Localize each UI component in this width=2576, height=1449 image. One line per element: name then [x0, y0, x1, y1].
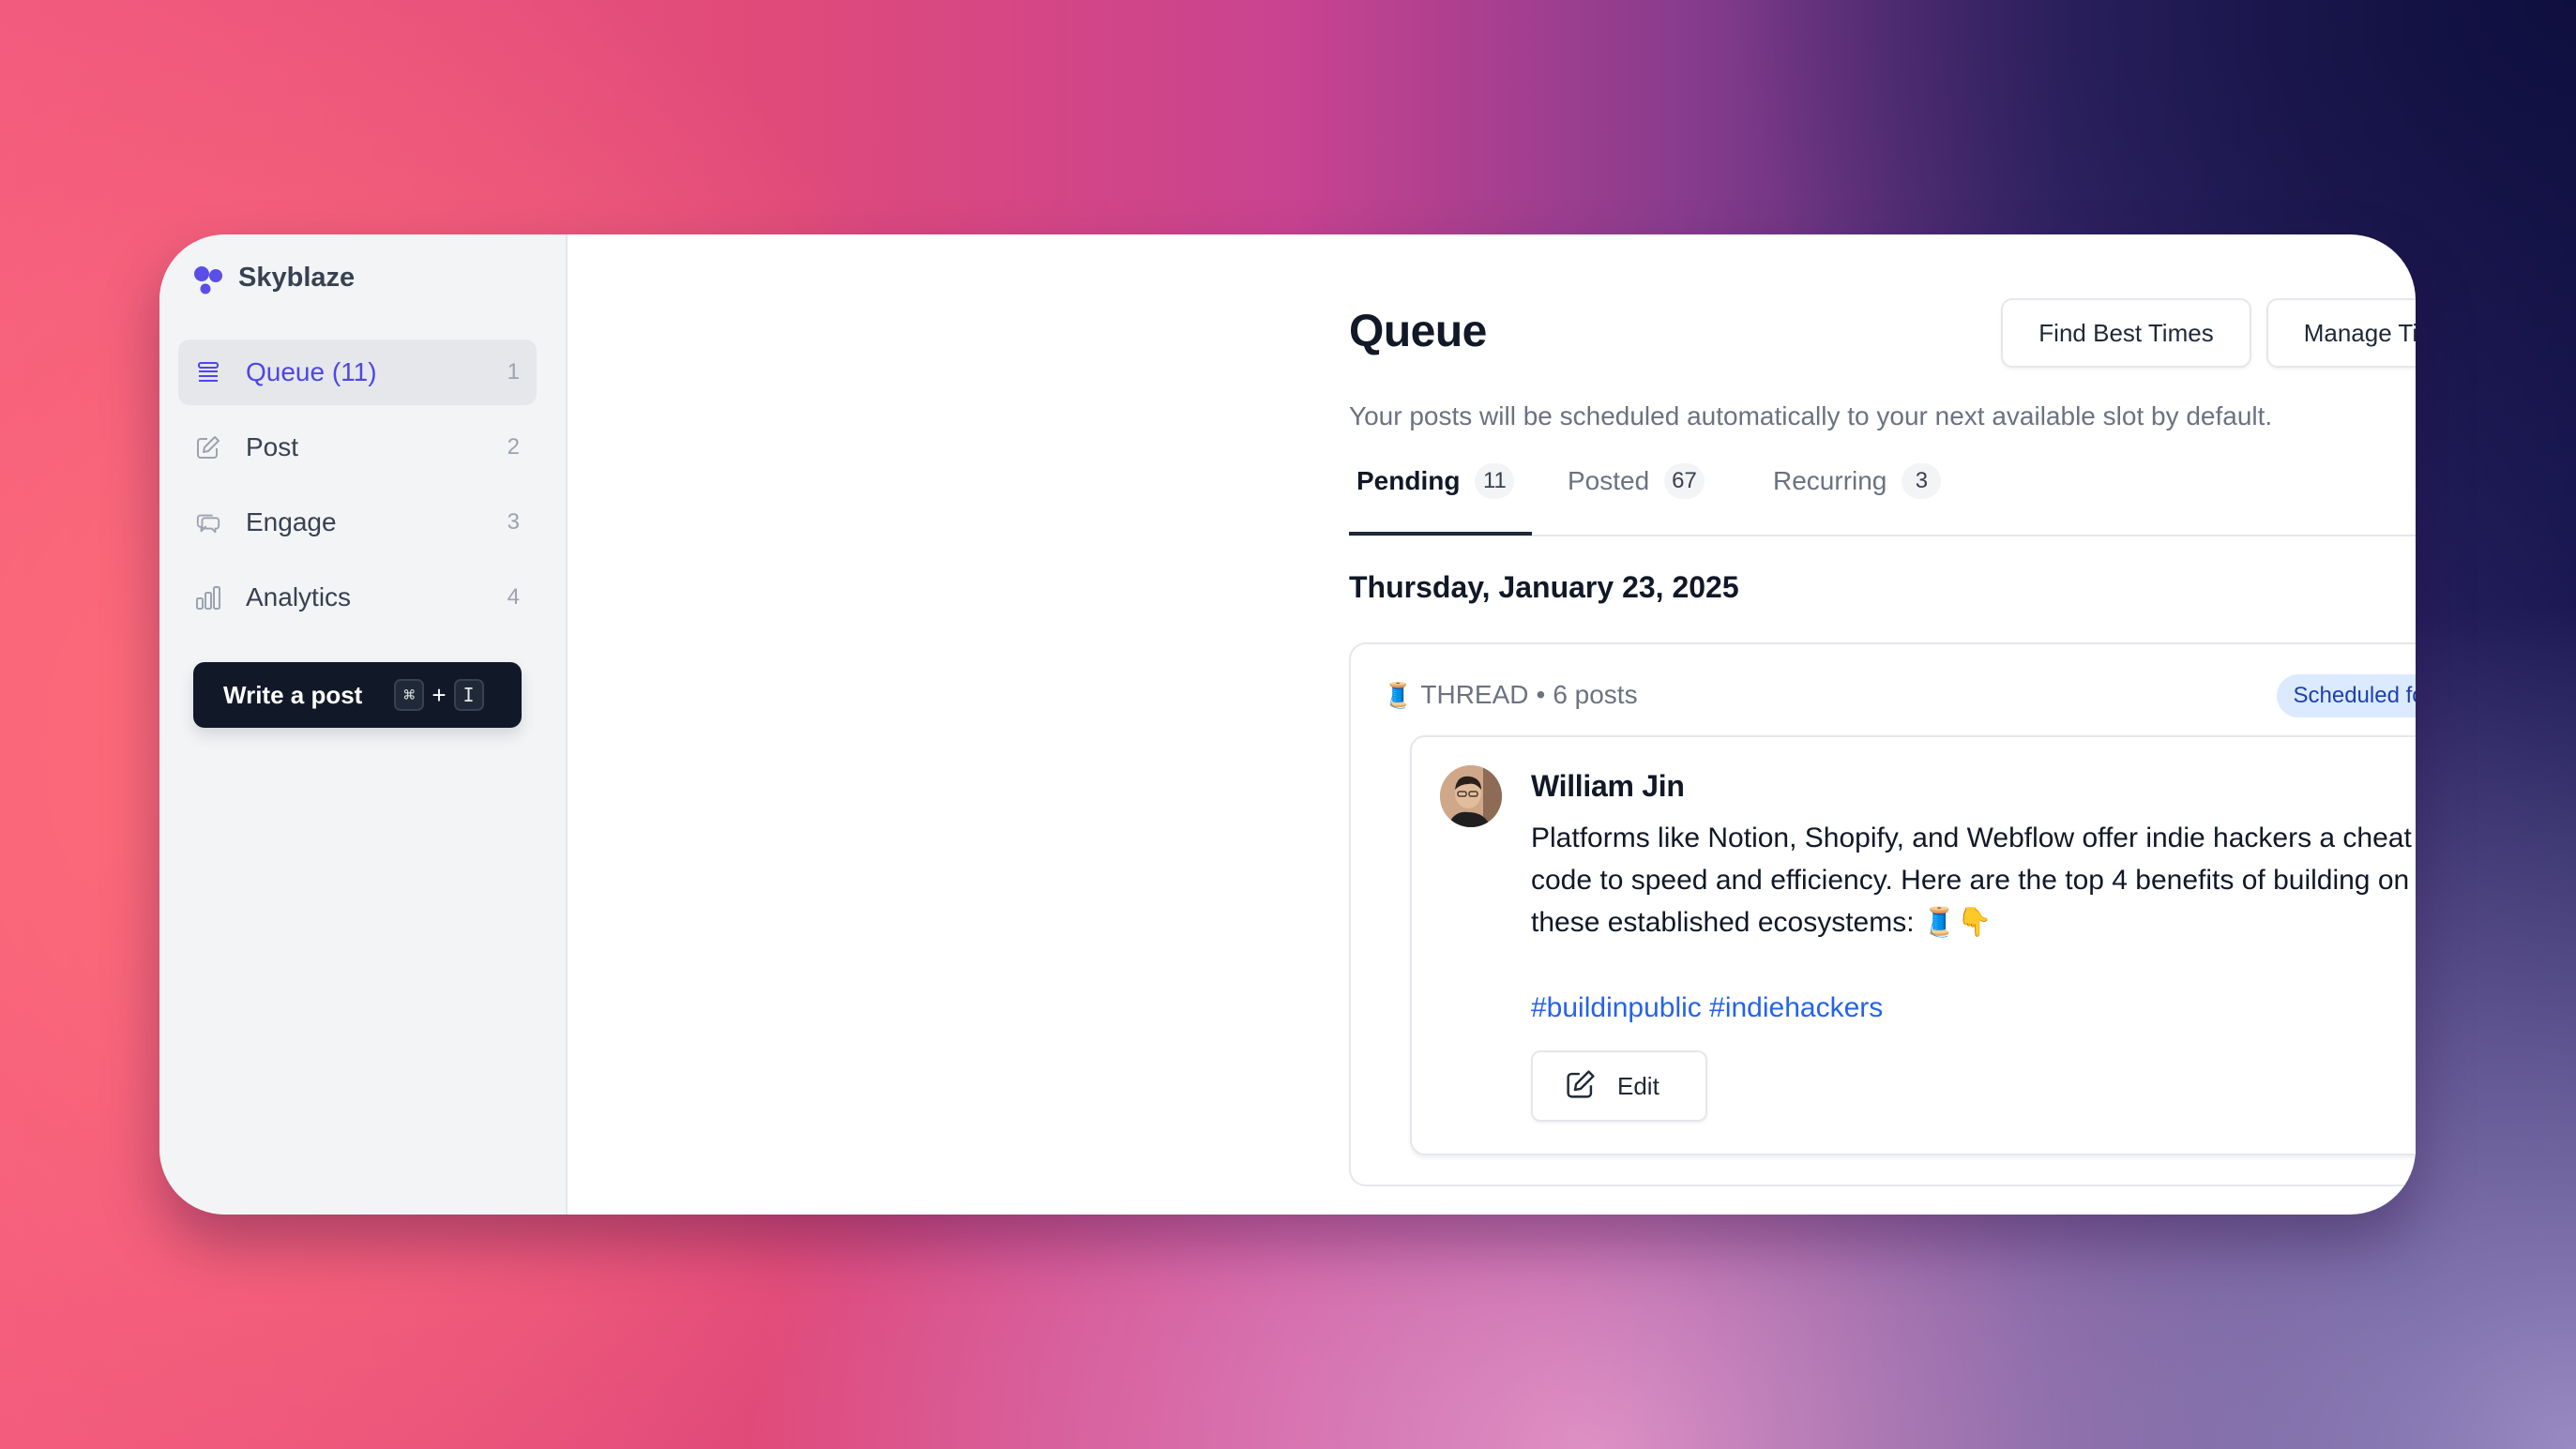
- sidebar-item-analytics[interactable]: Analytics 4: [178, 565, 537, 630]
- active-tab-indicator: [1349, 532, 1532, 536]
- write-post-label: Write a post: [223, 680, 363, 709]
- thread-card: 🧵 THREAD • 6 posts Scheduled for: 00:07: [1349, 642, 2416, 1186]
- separator-dot: •: [1536, 680, 1546, 709]
- chat-bubbles-icon: [195, 509, 221, 536]
- page-subtitle: Your posts will be scheduled automatical…: [1349, 401, 2273, 430]
- sidebar-item-label: Engage: [246, 507, 337, 536]
- tab-label: Posted: [1568, 466, 1650, 495]
- tab-recurring[interactable]: Recurring 3: [1773, 463, 1942, 499]
- sidebar-item-label: Post: [246, 432, 299, 461]
- shortcut-number: 1: [507, 359, 520, 385]
- find-best-times-button[interactable]: Find Best Times: [2001, 298, 2251, 368]
- sidebar-item-queue[interactable]: Queue (11) 1: [178, 340, 537, 405]
- shortcut-plus: +: [432, 680, 447, 709]
- sidebar: Skyblaze Queue (11) 1 Post 2 Engage 3 An…: [159, 234, 568, 1215]
- edit-post-button[interactable]: Edit: [1531, 1050, 1707, 1122]
- shortcut-number: 3: [507, 509, 520, 535]
- thread-header: 🧵 THREAD • 6 posts: [1383, 680, 1638, 710]
- thread-post-count: 6 posts: [1553, 680, 1638, 709]
- sidebar-item-engage[interactable]: Engage 3: [178, 490, 537, 555]
- manage-time-slots-button[interactable]: Manage Time Slots: [2266, 298, 2416, 368]
- tab-count-badge: 3: [1902, 463, 1942, 499]
- post-hashtags[interactable]: #buildinpublic #indiehackers: [1531, 992, 1883, 1024]
- page-title: Queue: [1349, 307, 1487, 356]
- edit-label: Edit: [1617, 1071, 1659, 1100]
- edit-pencil-icon: [1565, 1068, 1597, 1105]
- main-content: Queue Find Best Times Manage Time Slots …: [568, 234, 2416, 1215]
- thread-spool-icon: 🧵: [1383, 680, 1414, 709]
- sidebar-item-label: Analytics: [246, 582, 352, 611]
- skyblaze-logo-icon: [194, 266, 222, 294]
- bar-chart-icon: [195, 584, 221, 611]
- command-key-icon: ⌘: [394, 679, 425, 711]
- avatar: [1440, 765, 1502, 827]
- tab-count-badge: 67: [1664, 463, 1705, 499]
- sidebar-item-post[interactable]: Post 2: [178, 415, 537, 480]
- post-body: Platforms like Notion, Shopify, and Webf…: [1531, 823, 2412, 938]
- shortcut-number: 4: [507, 584, 520, 610]
- write-post-button[interactable]: Write a post ⌘ + I: [193, 662, 522, 728]
- app-window: Skyblaze Queue (11) 1 Post 2 Engage 3 An…: [159, 234, 2416, 1215]
- date-heading: Thursday, January 23, 2025: [1349, 570, 1739, 604]
- pencil-square-icon: [195, 434, 221, 460]
- post-author: William Jin: [1531, 769, 1685, 803]
- tab-label: Pending: [1356, 466, 1461, 495]
- tab-posted[interactable]: Posted 67: [1568, 463, 1705, 499]
- queue-list-icon: [195, 359, 221, 385]
- tab-label: Recurring: [1773, 466, 1887, 495]
- tab-count-badge: 11: [1475, 463, 1515, 499]
- scheduled-time-badge: Scheduled for: 00:07: [2276, 674, 2416, 717]
- tab-pending[interactable]: Pending 11: [1356, 463, 1515, 499]
- shortcut-number: 2: [507, 434, 520, 460]
- thread-label: THREAD: [1420, 680, 1529, 709]
- i-key: I: [453, 679, 484, 711]
- post-card: William Jin Platforms like Notion, Shopi…: [1410, 735, 2416, 1155]
- sidebar-item-label: Queue (11): [246, 357, 377, 386]
- app-name: Skyblaze: [238, 263, 356, 293]
